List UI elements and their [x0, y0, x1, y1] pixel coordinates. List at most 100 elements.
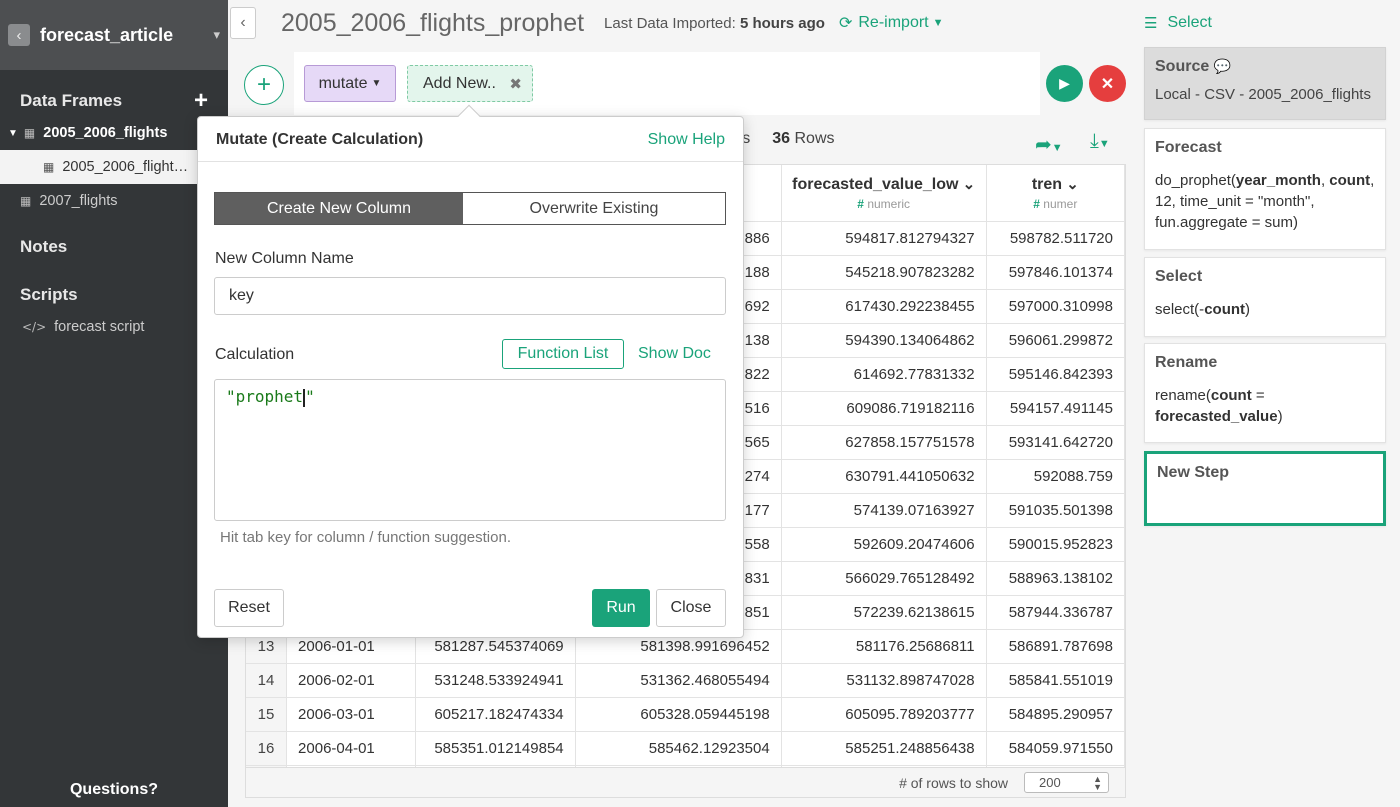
close-icon[interactable]: ✕: [1089, 65, 1126, 102]
comment-icon[interactable]: 💬: [1214, 58, 1231, 74]
share-icon[interactable]: ➦▼: [1035, 132, 1063, 157]
code-text: ): [1245, 301, 1251, 318]
command-label: mutate: [318, 74, 368, 92]
reimport-label: Re-import: [858, 14, 929, 31]
steps-panel-header[interactable]: ☰ Select: [1144, 14, 1212, 32]
column-mode-toggle: Create New Column Overwrite Existing: [214, 192, 726, 225]
sidebar-item-label: forecast script: [54, 319, 145, 335]
tab-overwrite-existing[interactable]: Overwrite Existing: [463, 193, 725, 224]
column-header[interactable]: forecasted_value_low ⌄ # numeric: [781, 165, 987, 222]
tab-create-new-column[interactable]: Create New Column: [215, 193, 463, 224]
list-icon: ☰: [1144, 15, 1158, 32]
calculation-editor[interactable]: "prophet ": [214, 379, 726, 521]
download-icon[interactable]: ⤓▼: [1090, 130, 1110, 153]
code-text: ): [1277, 408, 1283, 425]
table-cell: 593141.642720: [986, 425, 1125, 460]
sidebar-item-label: 2005_2006_flight…: [62, 159, 189, 175]
table-icon: ▦: [20, 194, 32, 208]
function-list-button[interactable]: Function List: [502, 339, 624, 369]
table-cell: 605095.789203777: [781, 697, 987, 732]
table-cell: 584895.290957: [986, 697, 1125, 732]
step-body: select(-count): [1155, 299, 1375, 320]
plus-circle-icon[interactable]: +: [244, 65, 284, 105]
reset-button[interactable]: Reset: [214, 589, 284, 627]
last-imported-label: Last Data Imported:: [604, 14, 736, 32]
sidebar-item-label: 2005_2006_flights: [43, 125, 168, 141]
row-number: 14: [246, 663, 288, 698]
step-title: Source 💬: [1155, 58, 1375, 76]
step-title: Forecast: [1155, 139, 1222, 156]
numeric-type-icon: #: [1033, 196, 1044, 211]
scripts-section[interactable]: Scripts: [0, 280, 228, 310]
column-type: # numeric: [782, 197, 985, 211]
table-cell: 584059.971550: [986, 731, 1125, 766]
step-card-rename[interactable]: Rename rename(count = forecasted_value): [1144, 343, 1386, 443]
command-dropdown[interactable]: mutate ▼: [304, 65, 396, 102]
table-cell: 595146.842393: [986, 357, 1125, 392]
sidebar-item-data-frame-active[interactable]: ▦ 2005_2006_flight…: [0, 150, 228, 184]
add-new-label: Add New..: [423, 74, 496, 92]
sidebar: ‹ forecast_article ▾ Data Frames + ▼ ▦ 2…: [0, 0, 228, 807]
table-cell: 592088.759: [986, 459, 1125, 494]
table-cell: 586891.787698: [986, 629, 1125, 664]
step-card-new-step[interactable]: New Step: [1144, 451, 1386, 526]
caret-down-icon[interactable]: ▼: [8, 128, 18, 139]
chevron-down-icon[interactable]: ⌄: [958, 176, 976, 193]
table-cell: 585251.248856438: [781, 731, 987, 766]
sidebar-item-data-frame[interactable]: ▦ 2007_flights: [0, 184, 228, 218]
column-header[interactable]: tren ⌄ # numer: [986, 165, 1125, 222]
code-text: rename(: [1155, 387, 1211, 404]
project-name[interactable]: forecast_article: [40, 25, 213, 46]
rows-to-show-select[interactable]: 200 ▲ ▼: [1024, 772, 1109, 793]
calculation-text: "prophet: [226, 387, 304, 406]
scripts-label: Scripts: [20, 285, 78, 304]
notes-section[interactable]: Notes: [0, 232, 228, 262]
add-new-token[interactable]: Add New.. ✖: [407, 65, 533, 102]
step-body: rename(count = forecasted_value): [1155, 385, 1375, 427]
play-icon[interactable]: ▶: [1046, 65, 1083, 102]
row-number: 16: [246, 731, 288, 766]
step-title: New Step: [1157, 464, 1230, 481]
table-cell: 609086.719182116: [781, 391, 987, 426]
chevron-left-icon[interactable]: ‹: [8, 24, 30, 46]
chevron-left-icon[interactable]: ‹: [230, 7, 256, 39]
close-button[interactable]: Close: [656, 589, 726, 627]
step-body: Local - CSV - 2005_2006_flights: [1155, 86, 1371, 103]
code-column: forecasted_value: [1155, 408, 1278, 425]
table-cell: 605217.182474334: [415, 697, 576, 732]
step-card-source[interactable]: Source 💬 Local - CSV - 2005_2006_flights: [1144, 47, 1386, 120]
sidebar-item-script[interactable]: </> forecast script: [0, 310, 228, 344]
table-cell: 596061.299872: [986, 323, 1125, 358]
step-card-forecast[interactable]: Forecast do_prophet(year_month, count, 1…: [1144, 128, 1386, 250]
page-title: 2005_2006_flights_prophet: [281, 8, 585, 37]
show-doc-link[interactable]: Show Doc: [638, 345, 711, 363]
column-header-label: tren: [1031, 175, 1063, 193]
chevron-down-icon[interactable]: ▾: [213, 27, 220, 43]
add-data-frame-icon[interactable]: +: [194, 89, 208, 113]
table-cell: 572239.62138615: [781, 595, 987, 630]
column-type: # numer: [987, 197, 1124, 211]
rows-label: Rows: [794, 130, 835, 147]
run-button[interactable]: Run: [592, 589, 650, 627]
reimport-button[interactable]: ⟳ Re-import ▼: [839, 13, 944, 33]
table-cell: 585351.012149854: [415, 731, 576, 766]
sidebar-item-label: 2007_flights: [39, 193, 118, 209]
dialog-title: Mutate (Create Calculation): [216, 131, 424, 148]
column-header-label: forecasted_value_low: [792, 175, 959, 193]
close-icon[interactable]: ✖: [509, 75, 522, 93]
chevron-down-icon[interactable]: ⌄: [1062, 176, 1079, 193]
table-cell: 585841.551019: [986, 663, 1125, 698]
step-card-select[interactable]: Select select(-count): [1144, 257, 1386, 337]
show-help-link[interactable]: Show Help: [648, 131, 725, 149]
column-name-input[interactable]: [214, 277, 726, 315]
step-title: Select: [1155, 268, 1203, 285]
questions-link[interactable]: Questions?: [0, 781, 228, 799]
table-cell: 545218.907823282: [781, 255, 987, 290]
last-imported-value: 5 hours ago: [739, 14, 825, 32]
column-type-label: numer: [1043, 196, 1078, 211]
step-title: Rename: [1155, 354, 1218, 371]
code-column: count: [1210, 387, 1252, 404]
table-icon: ▦: [43, 160, 55, 174]
sidebar-item-data-frame[interactable]: ▼ ▦ 2005_2006_flights: [0, 116, 228, 150]
table-cell: 590015.952823: [986, 527, 1125, 562]
